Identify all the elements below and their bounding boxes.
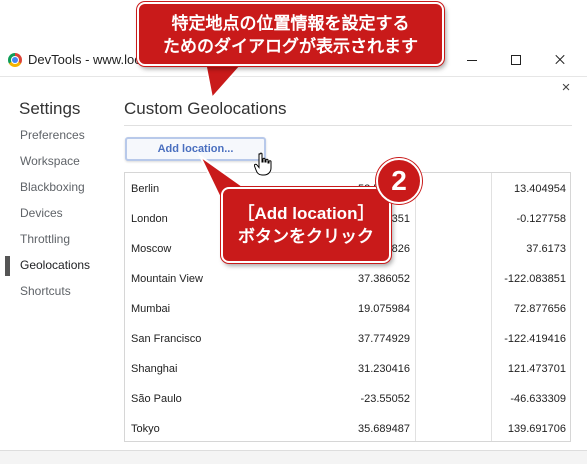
location-name: São Paulo xyxy=(131,393,182,405)
sidebar-item-devices[interactable]: Devices xyxy=(0,203,110,229)
callout-step: ［Add location］ ボタンをクリック xyxy=(221,187,391,263)
callout-top-tail xyxy=(203,61,247,100)
longitude-cell: 72.877656 xyxy=(514,303,566,315)
sidebar-item-throttling[interactable]: Throttling xyxy=(0,229,110,255)
page-title: Custom Geolocations xyxy=(124,99,287,118)
longitude-cell: 121.473701 xyxy=(507,363,566,375)
latitude-cell: 31.230416 xyxy=(358,363,410,375)
latitude-cell: 19.075984 xyxy=(358,303,410,315)
longitude-cell: 37.6173 xyxy=(526,243,566,255)
settings-title: Settings xyxy=(19,99,81,118)
latitude-cell: -23.55052 xyxy=(360,393,410,405)
longitude-cell: 13.404954 xyxy=(514,183,566,195)
latitude-cell: 35.689487 xyxy=(358,423,410,435)
longitude-cell: -46.633309 xyxy=(510,393,566,405)
sidebar-item-workspace[interactable]: Workspace xyxy=(0,151,110,177)
minimize-button[interactable] xyxy=(454,48,490,72)
window-title: DevTools - www.loca xyxy=(28,52,148,67)
sidebar-item-preferences[interactable]: Preferences xyxy=(0,125,110,151)
close-icon[interactable]: × xyxy=(558,80,574,96)
chrome-icon xyxy=(8,53,22,67)
callout-step-line1: ［Add location］ xyxy=(237,204,375,223)
longitude-cell: 139.691706 xyxy=(507,423,566,435)
location-name: London xyxy=(131,213,168,225)
location-name: Berlin xyxy=(131,183,160,195)
location-name: Shanghai xyxy=(131,363,178,375)
maximize-button[interactable] xyxy=(498,48,534,72)
table-row[interactable]: Mountain View 37.386052 -122.083851 xyxy=(125,263,570,293)
sidebar-item-geolocations[interactable]: Geolocations xyxy=(0,255,110,281)
table-row[interactable]: Shanghai 31.230416 121.473701 xyxy=(125,353,570,383)
settings-sidebar: Preferences Workspace Blackboxing Devices Th… xyxy=(0,125,110,307)
sidebar-item-shortcuts[interactable]: Shortcuts xyxy=(0,281,110,307)
title-divider xyxy=(124,125,572,126)
location-name: San Francisco xyxy=(131,333,202,345)
longitude-cell: -122.083851 xyxy=(504,273,566,285)
table-row[interactable]: Mumbai 19.075984 72.877656 xyxy=(125,293,570,323)
horizontal-scrollbar[interactable] xyxy=(0,450,587,464)
table-row[interactable]: Tokyo 35.689487 139.691706 xyxy=(125,413,570,443)
location-name: Mountain View xyxy=(131,273,203,285)
step-number-badge: 2 xyxy=(376,158,422,204)
window-close-button[interactable] xyxy=(542,48,578,72)
hand-cursor-icon xyxy=(254,152,272,176)
callout-top-line1: 特定地点の位置情報を設定する xyxy=(171,14,410,33)
location-name: Tokyo xyxy=(131,423,160,435)
latitude-cell: 37.774929 xyxy=(358,333,410,345)
callout-top: 特定地点の位置情報を設定する ためのダイアログが表示されます xyxy=(137,2,444,66)
sidebar-item-blackboxing[interactable]: Blackboxing xyxy=(0,177,110,203)
location-name: Moscow xyxy=(131,243,172,255)
longitude-cell: -122.419416 xyxy=(504,333,566,345)
callout-step-line2: ボタンをクリック xyxy=(238,227,374,246)
table-row[interactable]: San Francisco 37.774929 -122.419416 xyxy=(125,323,570,353)
longitude-cell: -0.127758 xyxy=(516,213,566,225)
callout-top-line2: ためのダイアログが表示されます xyxy=(163,37,418,56)
table-row[interactable]: São Paulo -23.55052 -46.633309 xyxy=(125,383,570,413)
latitude-cell: 37.386052 xyxy=(358,273,410,285)
location-name: Mumbai xyxy=(131,303,171,315)
